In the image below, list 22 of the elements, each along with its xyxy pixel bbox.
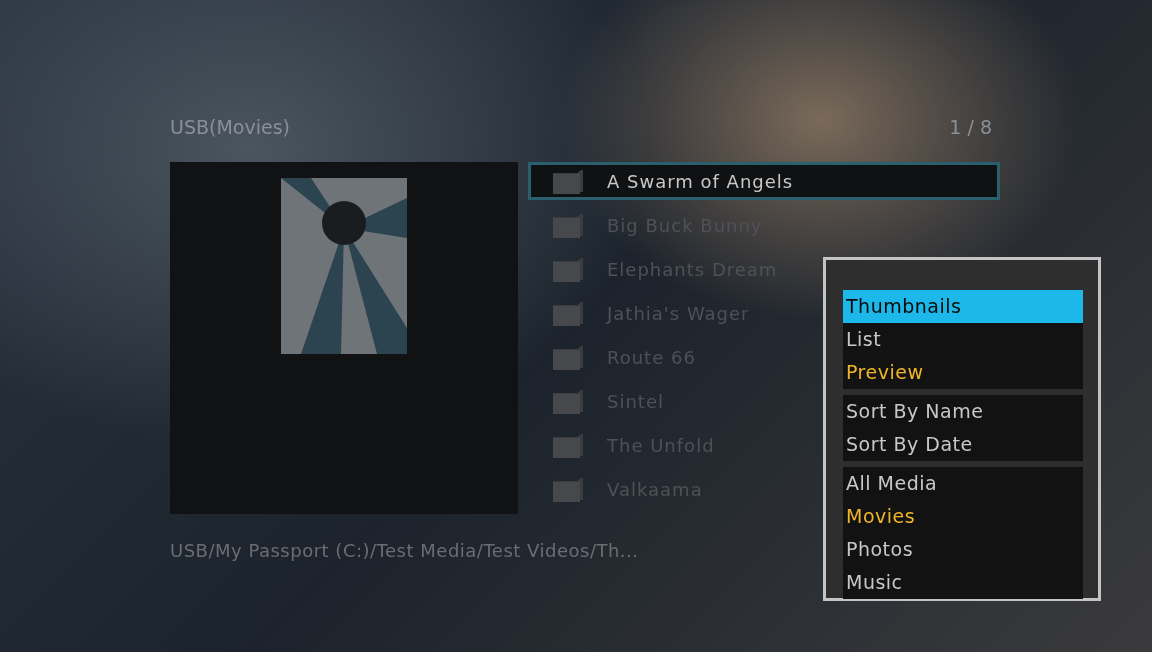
- folder-icon: [551, 476, 585, 502]
- folder-icon: [551, 212, 585, 238]
- file-path: USB/My Passport (C:)/Test Media/Test Videos/Th...: [170, 540, 639, 561]
- screen-title: USB(Movies): [170, 116, 290, 138]
- menu-item[interactable]: Sort By Date: [843, 428, 1083, 461]
- folder-icon: [551, 432, 585, 458]
- menu-item[interactable]: Photos: [843, 533, 1083, 566]
- menu-item[interactable]: Preview: [843, 356, 1083, 389]
- page-counter: 1 / 8: [949, 116, 992, 138]
- menu-item[interactable]: Sort By Name: [843, 395, 1083, 428]
- folder-icon: [551, 256, 585, 282]
- folder-icon: [551, 300, 585, 326]
- menu-item[interactable]: Movies: [843, 500, 1083, 533]
- folder-icon: [551, 388, 585, 414]
- file-name: A Swarm of Angels: [607, 170, 794, 192]
- menu-item[interactable]: All Media: [843, 467, 1083, 500]
- folder-icon: [551, 344, 585, 370]
- menu-item[interactable]: List: [843, 323, 1083, 356]
- file-row[interactable]: A Swarm of Angels: [528, 162, 1000, 200]
- folder-icon: [551, 168, 585, 194]
- menu-item[interactable]: Music: [843, 566, 1083, 599]
- menu-item[interactable]: Thumbnails: [843, 290, 1083, 323]
